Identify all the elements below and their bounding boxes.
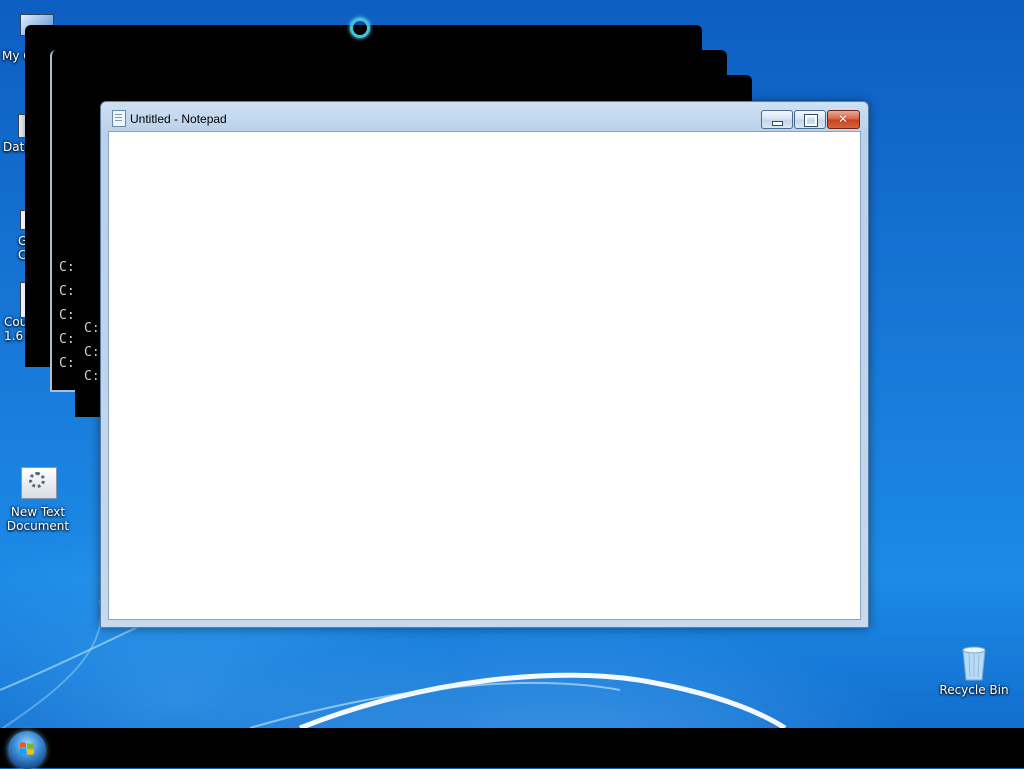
close-button[interactable]: ✕ — [827, 110, 860, 129]
busy-cursor-icon — [350, 18, 370, 38]
console-line: C: — [84, 321, 100, 336]
desktop-icon-new-text-document[interactable]: New Text Document — [0, 466, 77, 533]
console-line: C: — [84, 369, 100, 384]
desktop-icon-label: New Text Document — [6, 505, 70, 533]
console-line: C: — [59, 284, 75, 299]
text-editor-area[interactable] — [108, 131, 861, 620]
desktop-icon-recycle-bin[interactable]: Recycle Bin — [935, 644, 1013, 697]
notepad-window[interactable]: Untitled - Notepad ✕ — [100, 101, 869, 628]
minimize-icon — [772, 121, 783, 126]
taskbar — [0, 728, 1024, 768]
close-icon: ✕ — [838, 112, 849, 126]
maximize-icon — [804, 114, 818, 127]
console-line: C: — [84, 345, 100, 360]
window-title: Untitled - Notepad — [130, 112, 227, 126]
console-line: C: — [59, 332, 75, 347]
console-line: C: — [59, 308, 75, 323]
console-line: C: — [59, 260, 75, 275]
minimize-button[interactable] — [761, 110, 793, 129]
notepad-icon — [112, 110, 126, 127]
console-line: C: — [59, 356, 75, 371]
settings-document-icon — [20, 466, 57, 502]
windows-logo-icon — [20, 742, 34, 755]
start-button[interactable] — [8, 731, 46, 769]
maximize-button[interactable] — [794, 110, 826, 129]
recycle-bin-icon — [956, 644, 992, 681]
desktop-icon-label: Recycle Bin — [939, 683, 1009, 697]
